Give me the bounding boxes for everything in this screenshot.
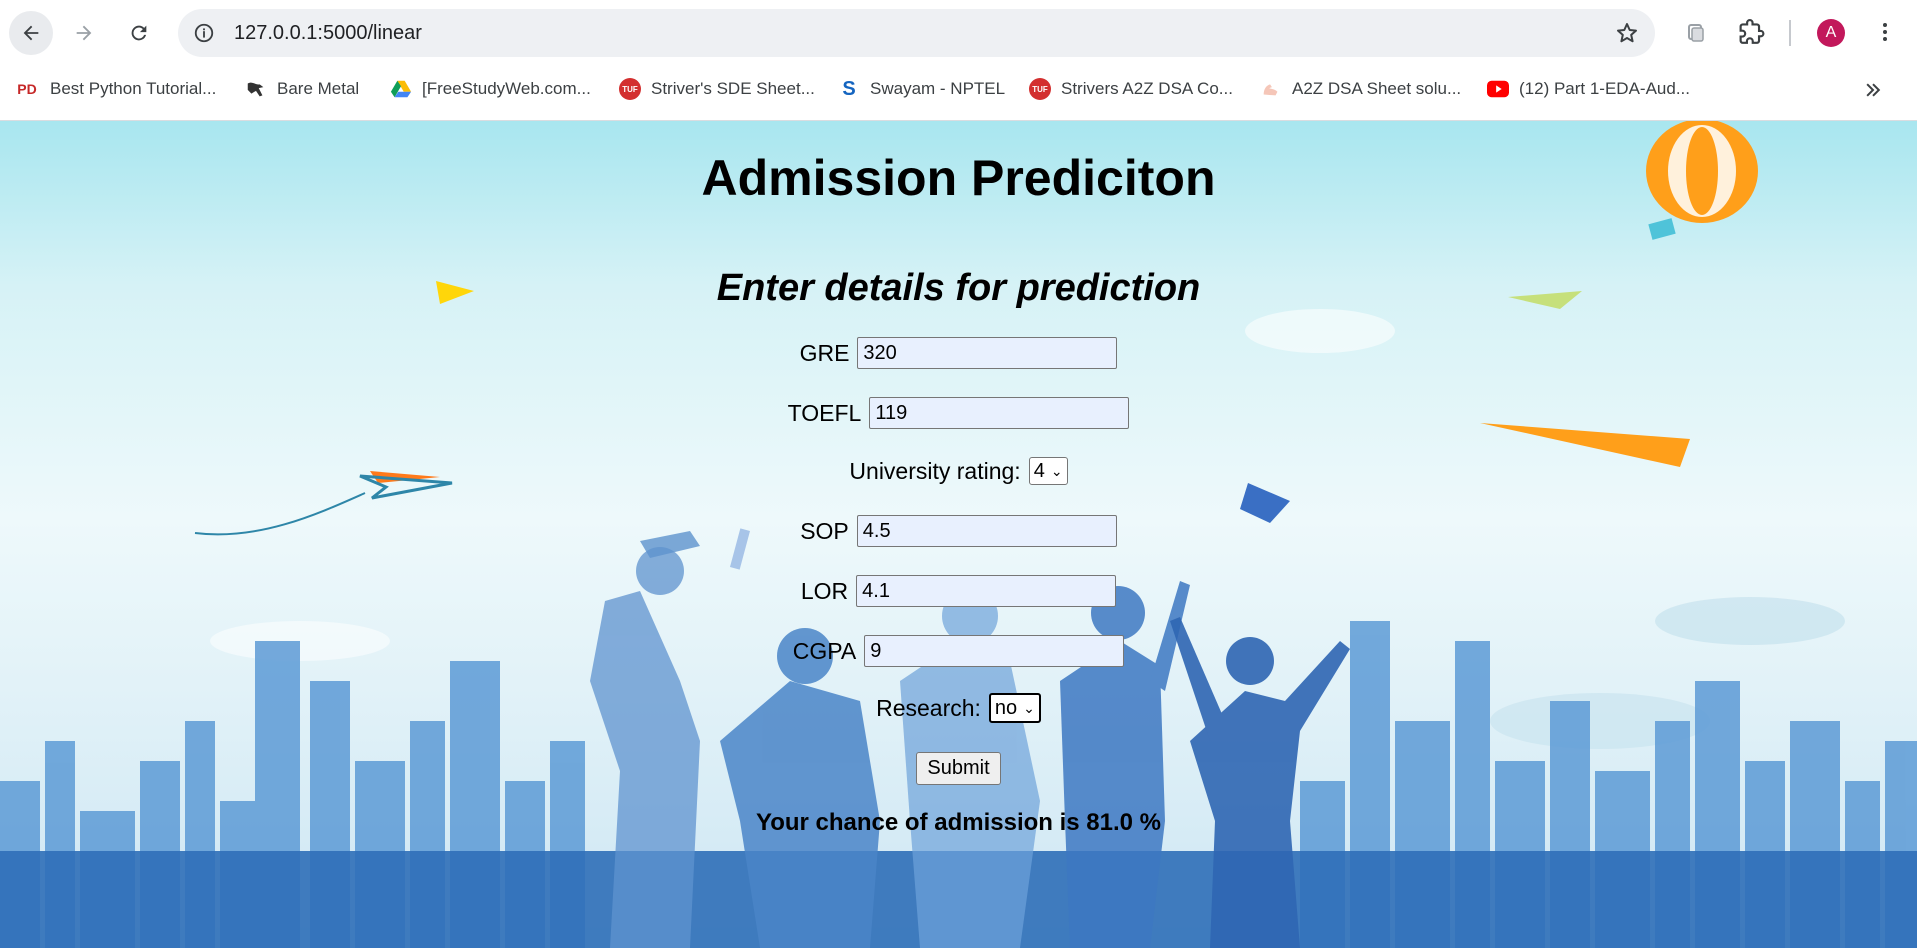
cgpa-row: CGPA [0,635,1917,667]
page-body: Admission Prediciton Enter details for p… [0,121,1917,948]
bookmarks-overflow-chevron-icon[interactable] [1859,76,1887,104]
chevron-down-icon: ⌄ [1050,462,1063,479]
toefl-row: TOEFL [0,397,1917,429]
sop-row: SOP [0,515,1917,547]
toefl-input[interactable] [869,397,1130,429]
arrow-left-icon [23,25,39,41]
arrow-right-icon [76,25,92,41]
page-subtitle: Enter details for prediction [716,267,1201,309]
submit-button[interactable]: Submit [916,752,1001,785]
bookmark-label: Bare Metal [277,79,360,98]
sop-label: SOP [800,517,849,544]
gre-row: GRE [0,337,1917,369]
tuf-icon: TUF [1029,78,1051,100]
forward-button[interactable] [62,11,106,55]
url-text[interactable]: 127.0.0.1:5000/linear [234,9,422,57]
bookmark-item[interactable]: (12) Part 1-EDA-Aud... [1487,72,1690,106]
gre-label: GRE [799,339,850,366]
bookmark-label: Striver's SDE Sheet... [651,79,815,98]
youtube-icon [1487,78,1509,100]
research-label: Research: [876,694,981,721]
prediction-form-container: Admission Prediciton Enter details for p… [0,121,1917,948]
swayam-icon: S [842,77,856,100]
lor-input[interactable] [856,575,1117,607]
bookmark-item[interactable]: A2Z DSA Sheet solu... [1260,72,1461,106]
arm-icon [1260,78,1282,100]
bookmark-star-icon[interactable] [1613,19,1641,47]
bookmark-item[interactable]: PD Best Python Tutorial... [14,72,216,106]
bookmark-item[interactable]: TUF Strivers A2Z DSA Co... [1029,72,1233,106]
bookmark-label: A2Z DSA Sheet solu... [1292,79,1462,98]
cgpa-input[interactable] [864,635,1125,667]
lor-row: LOR [0,575,1917,607]
site-info-icon[interactable] [190,19,218,47]
submit-row: Submit [0,752,1917,785]
university-rating-select[interactable]: 4 ⌄ [1028,457,1068,485]
profile-avatar[interactable]: A [1817,19,1845,47]
bookmarks-bar: PD Best Python Tutorial... Bare Metal [F… [0,72,1917,106]
research-value: no [994,696,1018,719]
toefl-label: TOEFL [787,399,862,426]
page-title: Admission Prediciton [701,150,1216,206]
bookmark-item[interactable]: S Swayam - NPTEL [838,72,1005,106]
reading-list-icon[interactable] [1678,14,1714,50]
bookmark-item[interactable]: TUF Striver's SDE Sheet... [619,72,815,106]
chevron-down-icon: ⌄ [1023,699,1035,716]
lor-label: LOR [800,577,849,604]
research-select[interactable]: no ⌄ [988,693,1041,723]
reload-icon [131,25,147,41]
menu-kebab-icon[interactable] [1867,14,1903,50]
sop-input[interactable] [856,515,1117,547]
bookmark-label: [FreeStudyWeb.com... [422,79,591,98]
reload-button[interactable] [117,11,161,55]
university-rating-label: University rating: [849,457,1021,484]
prediction-result: Your chance of admission is 81.0 % [755,809,1162,836]
pd-icon: PD [17,81,37,97]
university-rating-row: University rating: 4 ⌄ [0,457,1917,485]
google-drive-icon [390,78,412,100]
toolbar-divider [1789,20,1791,46]
bookmark-item[interactable]: Bare Metal [245,72,359,106]
dragon-icon [245,78,267,100]
bookmark-label: (12) Part 1-EDA-Aud... [1519,79,1691,98]
extensions-puzzle-icon[interactable] [1734,14,1770,50]
gre-input[interactable] [857,337,1118,369]
back-button[interactable] [9,11,53,55]
cgpa-label: CGPA [792,637,857,664]
research-row: Research: no ⌄ [0,693,1917,723]
bookmark-label: Strivers A2Z DSA Co... [1061,79,1233,98]
bookmark-label: Best Python Tutorial... [50,79,217,98]
bookmark-label: Swayam - NPTEL [870,79,1006,98]
tuf-icon: TUF [619,78,641,100]
university-rating-value: 4 [1033,459,1045,482]
browser-chrome: 127.0.0.1:5000/linear A PD Best Python T… [0,0,1917,121]
address-bar[interactable]: 127.0.0.1:5000/linear [178,9,1655,57]
bookmark-item[interactable]: [FreeStudyWeb.com... [390,72,591,106]
